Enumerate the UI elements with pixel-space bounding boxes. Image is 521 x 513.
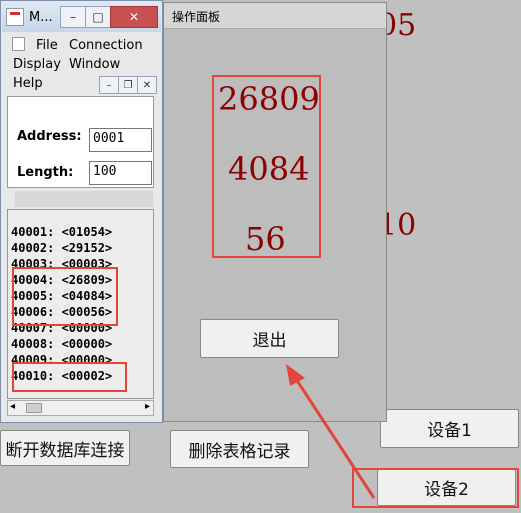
scroll-thumb[interactable]: [26, 403, 42, 413]
address-field[interactable]: 0001: [89, 128, 152, 152]
menu-display[interactable]: Display: [13, 57, 61, 72]
highlight-register-40010: [12, 362, 127, 392]
document-icon: [12, 37, 25, 51]
minimize-icon[interactable]: –: [60, 6, 86, 28]
highlight-registers: [12, 267, 118, 326]
modbus-title: M...: [29, 10, 53, 25]
modbus-titlebar: M... – □ ✕: [2, 2, 161, 32]
app-icon: [6, 8, 24, 26]
settings-panel: Address: 0001 Length: 100: [7, 96, 154, 188]
scroll-right-icon[interactable]: ▸: [145, 401, 150, 412]
address-label: Address:: [17, 129, 82, 144]
horizontal-scrollbar[interactable]: ◂ ▸: [7, 400, 154, 416]
menu-file[interactable]: File: [36, 38, 58, 53]
register-row: 40008: <00000>: [11, 337, 113, 351]
panel-separator: [15, 191, 153, 207]
child-close-icon[interactable]: ✕: [137, 76, 157, 94]
scroll-left-icon[interactable]: ◂: [10, 401, 15, 412]
modbus-window: M... – □ ✕ File Connection Display Windo…: [0, 0, 163, 423]
length-label: Length:: [17, 165, 74, 180]
menu-connection[interactable]: Connection: [69, 38, 143, 53]
child-minimize-icon[interactable]: –: [99, 76, 119, 94]
register-row: 40001: <01054>: [11, 225, 113, 239]
register-row: 40002: <29152>: [11, 241, 113, 255]
maximize-icon[interactable]: □: [85, 6, 111, 28]
menu-window[interactable]: Window: [69, 57, 120, 72]
child-restore-icon[interactable]: ❐: [118, 76, 138, 94]
close-icon[interactable]: ✕: [110, 6, 158, 28]
length-field[interactable]: 100: [89, 161, 152, 185]
menu-help[interactable]: Help: [13, 76, 43, 91]
